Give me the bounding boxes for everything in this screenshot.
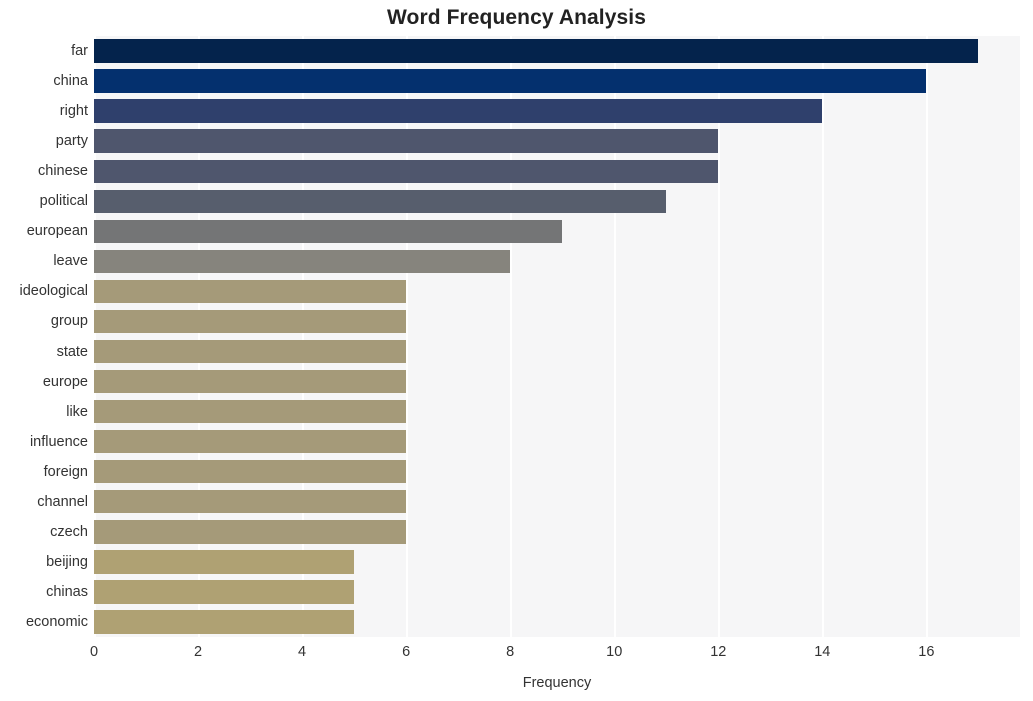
- bar-leave: [94, 249, 511, 274]
- bar-row: [94, 129, 1020, 153]
- x-tick-label-8: 8: [506, 644, 515, 660]
- bar-china: [94, 69, 927, 93]
- bar-political: [94, 189, 667, 213]
- y-tick-label-channel: channel: [37, 493, 88, 510]
- bar-foreign: [94, 460, 407, 484]
- y-tick-label-chinese: chinese: [38, 163, 88, 180]
- y-tick-label-europe: europe: [42, 373, 88, 390]
- bar-channel: [94, 490, 407, 514]
- x-tick-label-16: 16: [918, 644, 935, 660]
- bar-state: [94, 339, 407, 364]
- y-tick-label-like: like: [66, 403, 88, 420]
- bar-chinas: [94, 580, 355, 604]
- x-axis-title: Frequency: [522, 675, 592, 691]
- bar-right: [94, 99, 823, 123]
- y-tick-label-economic: economic: [25, 613, 88, 630]
- bar-row: [94, 610, 1020, 634]
- chart-title: Word Frequency Analysis: [386, 6, 647, 29]
- bar-row: [94, 429, 1020, 454]
- bar-row: [94, 279, 1020, 304]
- bar-beijing: [94, 550, 355, 574]
- bar-series: [94, 36, 1020, 637]
- bar-chinese: [94, 159, 719, 183]
- bar-party: [94, 129, 719, 153]
- bar-row: [94, 69, 1020, 93]
- y-tick-label-party: party: [55, 133, 88, 150]
- bar-row: [94, 309, 1020, 334]
- bar-row: [94, 490, 1020, 514]
- plot-area: [94, 36, 1020, 637]
- x-tick-label-6: 6: [402, 644, 411, 660]
- y-axis-tick-labels: far china right party chinese political europe…: [0, 36, 88, 637]
- bar-row: [94, 339, 1020, 364]
- x-tick-label-4: 4: [298, 644, 307, 660]
- bar-row: [94, 249, 1020, 274]
- y-tick-label-chinas: chinas: [46, 583, 88, 600]
- y-tick-label-political: political: [39, 193, 88, 210]
- bar-europe: [94, 369, 407, 394]
- x-tick-label-10: 10: [606, 644, 623, 660]
- x-tick-label-2: 2: [193, 644, 203, 660]
- chart-figure: Word Frequency Analysis far china right par…: [0, 0, 1033, 701]
- bar-row: [94, 550, 1020, 574]
- bar-row: [94, 99, 1020, 123]
- x-tick-label-0: 0: [89, 644, 99, 660]
- y-tick-label-czech: czech: [50, 523, 88, 540]
- bar-czech: [94, 520, 407, 544]
- bar-like: [94, 399, 407, 424]
- bar-row: [94, 520, 1020, 544]
- bar-row: [94, 460, 1020, 484]
- bar-row: [94, 369, 1020, 394]
- bar-row: [94, 580, 1020, 604]
- y-tick-label-right: right: [59, 103, 88, 120]
- bar-row: [94, 159, 1020, 183]
- bar-row: [94, 189, 1020, 213]
- y-tick-label-foreign: foreign: [43, 463, 88, 480]
- y-tick-label-group: group: [50, 313, 88, 330]
- y-tick-label-state: state: [56, 343, 88, 360]
- bar-influence: [94, 429, 407, 454]
- x-tick-label-14: 14: [814, 644, 831, 660]
- bar-row: [94, 219, 1020, 244]
- y-tick-label-ideological: ideological: [19, 283, 88, 300]
- y-tick-label-far: far: [71, 43, 88, 60]
- x-axis-tick-labels: 0 2 4 6 8 10 12 14 16: [0, 645, 1033, 667]
- y-tick-label-leave: leave: [53, 253, 88, 270]
- bar-european: [94, 219, 563, 244]
- y-tick-label-china: china: [53, 73, 88, 90]
- bar-economic: [94, 610, 355, 634]
- bar-ideological: [94, 279, 407, 304]
- y-tick-label-beijing: beijing: [46, 553, 88, 570]
- y-tick-label-influence: influence: [29, 433, 88, 450]
- bar-row: [94, 399, 1020, 424]
- bar-far: [94, 39, 979, 63]
- x-tick-label-12: 12: [710, 644, 727, 660]
- bar-group: [94, 309, 407, 334]
- y-tick-label-european: european: [26, 223, 88, 240]
- bar-row: [94, 39, 1020, 63]
